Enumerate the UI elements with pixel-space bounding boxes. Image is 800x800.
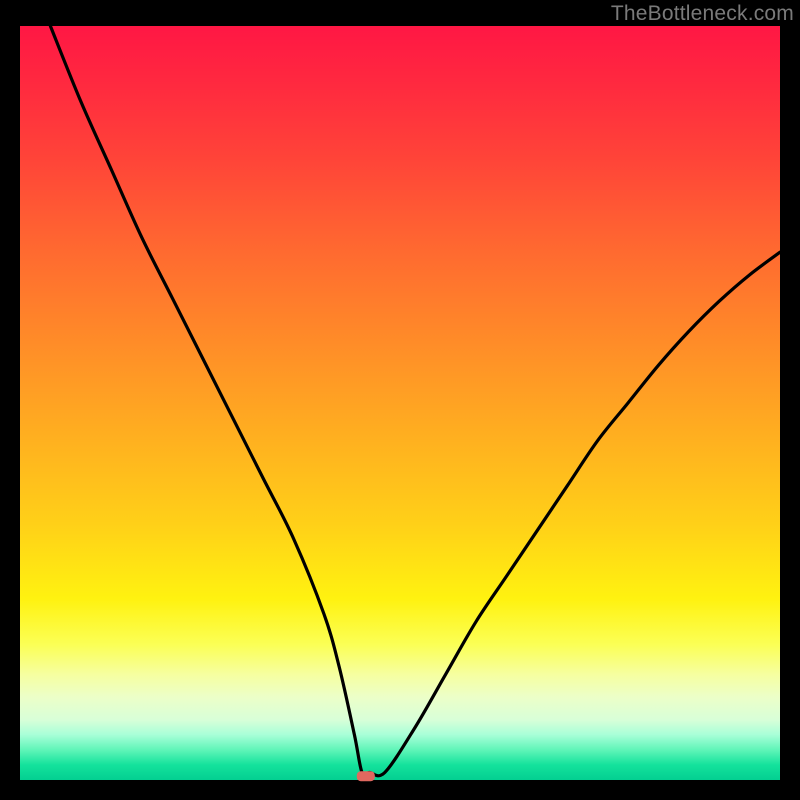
chart-frame: TheBottleneck.com (0, 0, 800, 800)
curve-path (50, 26, 780, 776)
watermark-text: TheBottleneck.com (611, 2, 794, 26)
plot-area (20, 26, 780, 780)
minimum-marker (357, 771, 375, 781)
bottleneck-curve (20, 26, 780, 780)
